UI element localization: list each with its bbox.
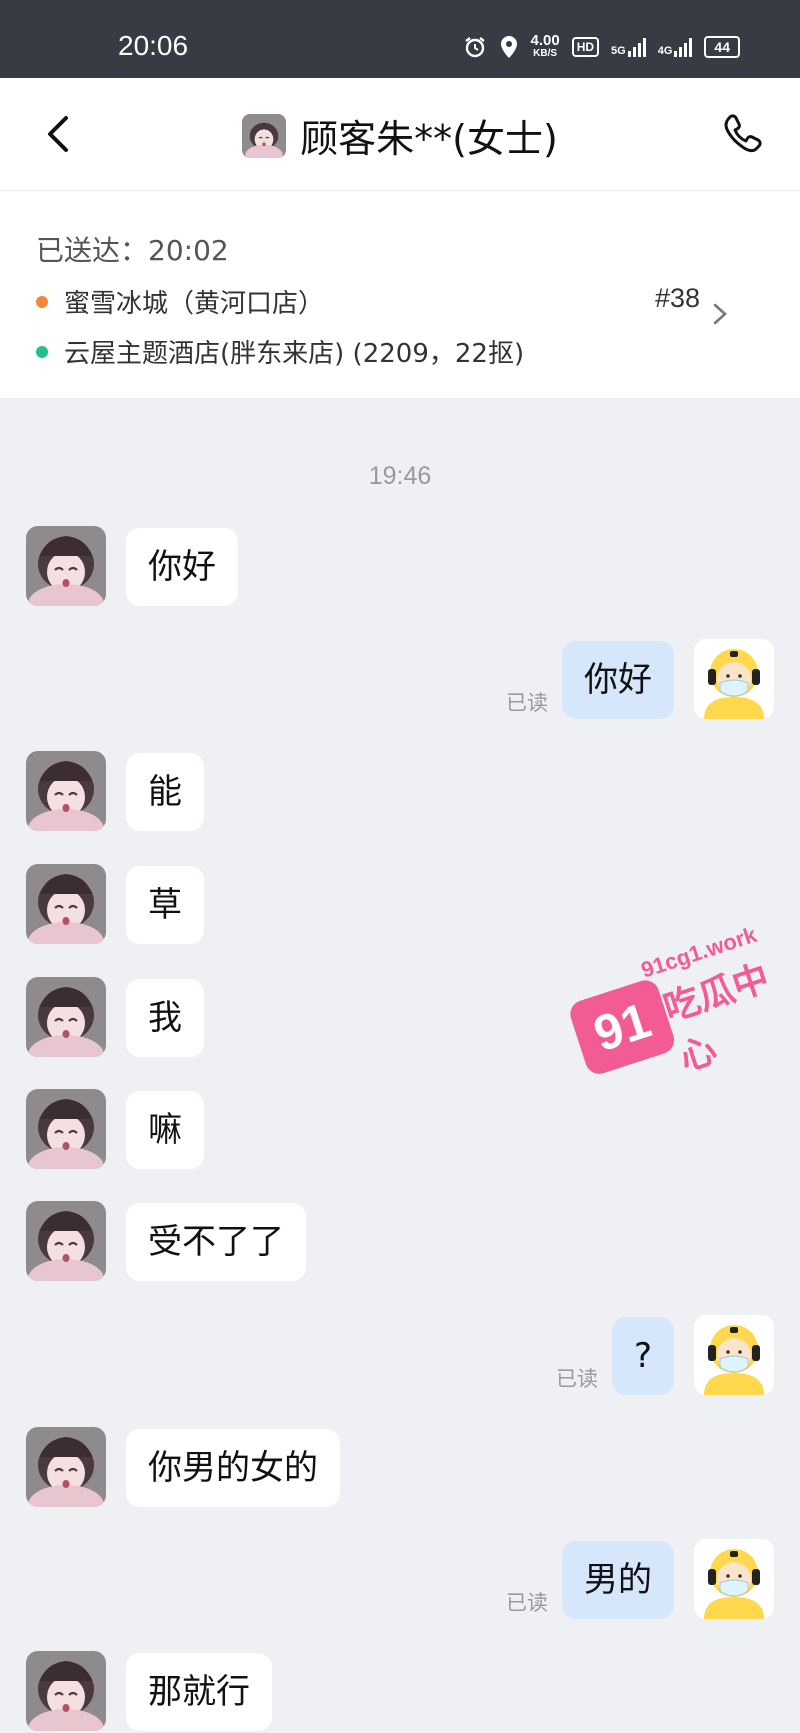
hd-icon: HD	[571, 37, 600, 57]
chat-header: 顾客朱**(女士)	[0, 78, 800, 190]
message-bubble[interactable]: 草	[126, 866, 204, 944]
phone-icon[interactable]	[720, 112, 764, 156]
message-bubble[interactable]: 男的	[562, 1541, 674, 1619]
read-receipt: 已读	[506, 691, 548, 715]
store-row: 蜜雪冰城（黄河口店）	[36, 283, 324, 320]
customer-avatar[interactable]	[26, 1651, 106, 1731]
message-bubble[interactable]: 你好	[126, 528, 238, 606]
outgoing-message: 你好 已读	[0, 639, 800, 721]
incoming-message: 那就行	[0, 1651, 800, 1733]
message-bubble[interactable]: 你好	[562, 641, 674, 719]
incoming-message: 你好	[0, 526, 800, 608]
customer-avatar[interactable]	[26, 1089, 106, 1169]
address-row: 云屋主题酒店(胖东来店) (2209，22抠)	[36, 333, 524, 370]
signal-4g-icon: 4G	[658, 37, 693, 57]
customer-avatar[interactable]	[26, 1201, 106, 1281]
battery-icon: 44	[704, 36, 740, 58]
alarm-icon	[464, 37, 485, 58]
store-dot	[36, 295, 48, 308]
delivered-status: 已送达：20:02	[36, 234, 229, 267]
address-dot	[36, 345, 48, 358]
location-icon	[500, 36, 517, 58]
signal-5g-icon: 5G	[611, 37, 646, 57]
customer-avatar[interactable]	[26, 977, 106, 1057]
net-speed: 4.00 KB/S	[530, 32, 560, 59]
customer-avatar[interactable]	[26, 864, 106, 944]
customer-avatar[interactable]	[26, 1427, 106, 1507]
delivery-address: 云屋主题酒店(胖东来店) (2209，22抠)	[64, 339, 525, 369]
customer-avatar[interactable]	[26, 751, 106, 831]
message-bubble[interactable]: 你男的女的	[126, 1429, 340, 1507]
chat-timestamp: 19:46	[368, 462, 432, 490]
chat-title-group: 顾客朱**(女士)	[0, 108, 800, 163]
status-bar: 20:06 4.00 KB/S HD 5G 4G 44	[0, 0, 800, 78]
incoming-message: 你男的女的	[0, 1427, 800, 1509]
courier-avatar[interactable]	[694, 1539, 774, 1619]
message-bubble[interactable]: 我	[126, 979, 204, 1057]
chevron-right-icon[interactable]	[710, 299, 730, 329]
incoming-message: 能	[0, 751, 800, 833]
store-name: 蜜雪冰城（黄河口店）	[64, 289, 325, 319]
message-bubble[interactable]: ?	[611, 1317, 674, 1395]
outgoing-message: ? 已读	[0, 1315, 800, 1397]
message-bubble[interactable]: 能	[126, 753, 204, 831]
customer-avatar	[242, 113, 287, 158]
status-icons: 4.00 KB/S HD 5G 4G 44	[463, 32, 740, 60]
customer-avatar[interactable]	[26, 526, 106, 606]
message-bubble[interactable]: 那就行	[126, 1653, 272, 1731]
read-receipt: 已读	[506, 1591, 548, 1615]
outgoing-message: 男的 已读	[0, 1539, 800, 1621]
page-title: 顾客朱**(女士)	[300, 117, 558, 161]
read-receipt: 已读	[556, 1367, 598, 1391]
order-summary-card[interactable]: 已送达：20:02 蜜雪冰城（黄河口店） 云屋主题酒店(胖东来店) (2209，…	[0, 190, 800, 398]
courier-avatar[interactable]	[694, 639, 774, 719]
incoming-message: 嘛	[0, 1089, 800, 1171]
order-number: #38	[654, 283, 700, 313]
incoming-message: 受不了了	[0, 1201, 800, 1283]
status-time: 20:06	[118, 30, 189, 61]
courier-avatar[interactable]	[694, 1315, 774, 1395]
message-bubble[interactable]: 嘛	[126, 1091, 204, 1169]
message-bubble[interactable]: 受不了了	[126, 1203, 306, 1281]
